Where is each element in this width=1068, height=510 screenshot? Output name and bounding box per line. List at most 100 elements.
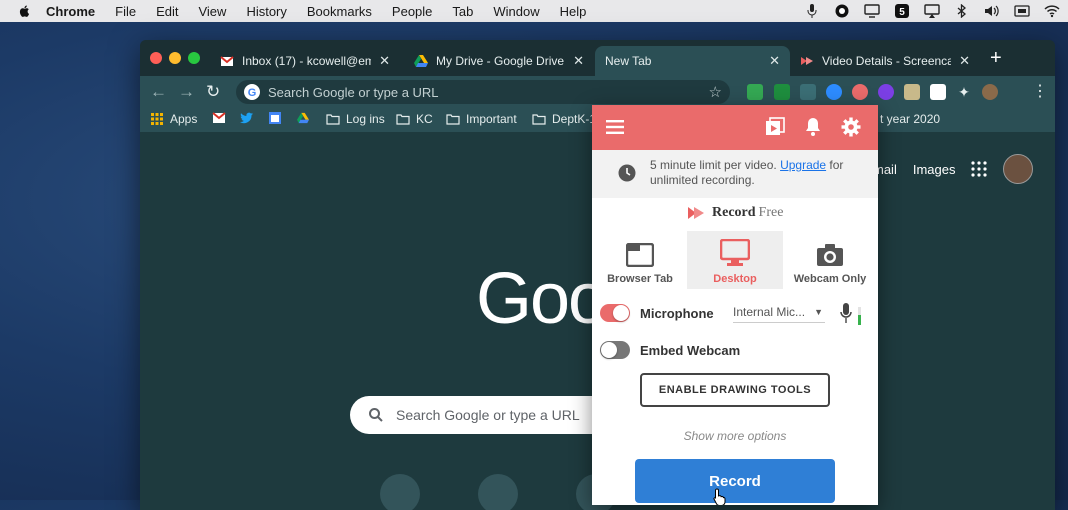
bookmark-drive[interactable] — [296, 112, 316, 124]
upgrade-link[interactable]: Upgrade — [780, 158, 826, 172]
menu-view[interactable]: View — [198, 4, 226, 19]
menu-app-name[interactable]: Chrome — [46, 4, 95, 19]
microphone-status-icon[interactable] — [804, 4, 820, 18]
account-avatar[interactable] — [1003, 154, 1034, 184]
tab-gmail[interactable]: Inbox (17) - kcowell@email ✕ — [210, 46, 400, 76]
gmail-icon — [212, 112, 226, 123]
bookmark-label: KC — [416, 112, 433, 126]
back-arrow-icon[interactable]: ← — [150, 82, 167, 102]
bookmark-label: Log ins — [346, 112, 385, 126]
mode-label: Desktop — [713, 273, 757, 285]
record-free-brand: Record Free — [687, 205, 783, 221]
images-link[interactable]: Images — [913, 162, 956, 177]
record-status-icon[interactable] — [834, 4, 850, 18]
video-library-icon[interactable] — [765, 117, 785, 137]
settings-gear-icon[interactable] — [841, 117, 861, 137]
bookmark-gmail[interactable] — [212, 112, 232, 124]
tab-title: Inbox (17) - kcowell@email — [242, 54, 372, 68]
extension-close-icon[interactable] — [930, 84, 946, 100]
volume-icon[interactable] — [984, 4, 1000, 18]
close-window-button[interactable] — [150, 52, 162, 64]
extension-purple-icon[interactable] — [878, 84, 894, 100]
bookmark-star-icon[interactable]: ☆ — [709, 83, 722, 101]
bookmark-calendar[interactable] — [268, 112, 288, 124]
bookmark-apps[interactable]: Apps — [150, 112, 197, 126]
webcam-row: Embed Webcam — [600, 341, 740, 359]
hamburger-menu-icon[interactable] — [606, 120, 624, 134]
embed-webcam-toggle[interactable] — [600, 341, 630, 359]
google-g-icon: G — [244, 84, 260, 100]
more-menu-icon[interactable]: ⋮ — [1032, 81, 1048, 101]
screen-share-icon[interactable] — [864, 4, 880, 18]
notifications-bell-icon[interactable] — [805, 117, 821, 137]
shortcut-drive[interactable] — [478, 474, 518, 510]
minimize-window-button[interactable] — [169, 52, 181, 64]
extension-zoom-icon[interactable] — [826, 84, 842, 100]
menu-people[interactable]: People — [392, 4, 432, 19]
browser-tab-icon — [626, 243, 654, 267]
google-apps-grid-icon[interactable] — [971, 161, 988, 177]
app-s-icon[interactable]: 5 — [894, 4, 910, 18]
bookmark-folder-kc[interactable]: KC — [396, 112, 433, 126]
extension-screencastify-icon[interactable] — [852, 84, 868, 100]
mode-label: Webcam Only — [793, 273, 867, 285]
extension-sheets-icon[interactable] — [747, 84, 763, 100]
airplay-icon[interactable] — [924, 4, 940, 18]
bookmark-folder-important[interactable]: Important — [446, 112, 517, 126]
mode-browser-tab[interactable]: Browser Tab — [592, 231, 688, 289]
menu-help[interactable]: Help — [560, 4, 587, 19]
maximize-window-button[interactable] — [188, 52, 200, 64]
close-tab-icon[interactable]: ✕ — [769, 53, 780, 69]
mode-webcam-only[interactable]: Webcam Only — [782, 231, 878, 289]
apple-icon[interactable] — [18, 4, 32, 18]
camera-icon — [817, 244, 843, 266]
shortcut-gmail[interactable] — [380, 474, 420, 510]
extension-tan-icon[interactable] — [904, 84, 920, 100]
show-more-options-link[interactable]: Show more options — [592, 429, 878, 443]
bookmark-folder-deptk[interactable]: DeptK-1 — [532, 112, 596, 126]
profile-avatar[interactable] — [982, 84, 998, 100]
bluetooth-icon[interactable] — [954, 4, 970, 18]
menu-tab[interactable]: Tab — [452, 4, 473, 19]
bookmark-label: DeptK-1 — [552, 112, 597, 126]
popup-header — [592, 105, 878, 150]
bookmark-year-2020[interactable]: t year 2020 — [880, 112, 940, 126]
tab-video-details[interactable]: Video Details - Screencast ✕ — [790, 46, 980, 76]
drive-icon — [297, 112, 309, 124]
tab-new-tab[interactable]: New Tab ✕ — [595, 46, 790, 76]
notice-text: 5 minute limit per video. — [650, 158, 781, 172]
drive-icon — [414, 55, 428, 67]
menu-file[interactable]: File — [115, 4, 136, 19]
microphone-toggle[interactable] — [600, 304, 630, 322]
google-logo: Goo — [476, 259, 608, 339]
menu-bookmarks[interactable]: Bookmarks — [307, 4, 372, 19]
ntp-top-links: mail Images — [873, 154, 1034, 184]
folder-icon — [396, 114, 410, 125]
extension-green-icon[interactable] — [774, 84, 790, 100]
close-tab-icon[interactable]: ✕ — [573, 53, 584, 69]
gmail-icon — [220, 56, 234, 66]
bookmark-folder-log-ins[interactable]: Log ins — [326, 112, 385, 126]
reload-icon[interactable]: ↻ — [206, 82, 220, 102]
forward-arrow-icon[interactable]: → — [178, 82, 195, 102]
close-tab-icon[interactable]: ✕ — [379, 53, 390, 69]
extensions-puzzle-icon[interactable]: ✦ — [956, 84, 972, 100]
tab-google-drive[interactable]: My Drive - Google Drive ✕ — [404, 46, 594, 76]
close-tab-icon[interactable]: ✕ — [959, 53, 970, 69]
desktop-icon — [720, 239, 750, 266]
menu-window[interactable]: Window — [493, 4, 539, 19]
calendar-icon — [269, 112, 281, 124]
record-button-label: Record — [709, 472, 761, 490]
enable-drawing-tools-button[interactable]: ENABLE DRAWING TOOLS — [640, 373, 830, 407]
bookmark-twitter[interactable] — [240, 112, 260, 124]
display-icon[interactable] — [1014, 4, 1030, 18]
menu-edit[interactable]: Edit — [156, 4, 178, 19]
menu-history[interactable]: History — [246, 4, 286, 19]
omnibox[interactable]: G Search Google or type a URL ☆ — [236, 80, 730, 104]
record-button[interactable]: Record — [635, 459, 835, 503]
microphone-device-select[interactable]: Internal Mic... ▼ — [733, 305, 825, 323]
wifi-icon[interactable] — [1044, 4, 1060, 18]
mode-desktop[interactable]: Desktop — [687, 231, 783, 289]
new-tab-plus-icon[interactable]: + — [990, 48, 1002, 68]
extension-puzzle-dim-icon[interactable] — [800, 84, 816, 100]
